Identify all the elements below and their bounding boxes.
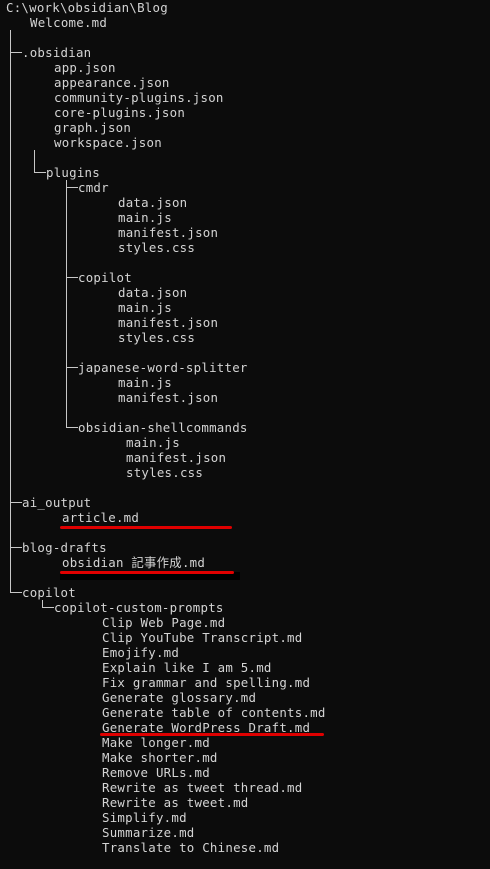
file-prompt: Fix grammar and spelling.md [102,675,311,690]
file-prompt: Rewrite as tweet.md [102,795,249,810]
file-cmdr-data-json: data.json [118,195,188,210]
folder-ai-output: ai_output [22,495,92,510]
file-shell-manifest-json: manifest.json [126,450,227,465]
file-prompt: Clip YouTube Transcript.md [102,630,303,645]
file-cmdr-main-js: main.js [118,210,172,225]
folder-obsidian-shellcommands: obsidian-shellcommands [78,420,248,435]
file-appearance-json: appearance.json [54,75,170,90]
red-underline-article [60,526,232,529]
file-shell-main-js: main.js [126,435,180,450]
folder-copilot-plugin: copilot [78,270,132,285]
file-copilot-main-js: main.js [118,300,172,315]
file-copilot-manifest-json: manifest.json [118,315,219,330]
terminal-window[interactable]: C:\work\obsidian\Blog Welcome.md .obsidi… [0,0,490,869]
file-prompt: Make longer.md [102,735,210,750]
file-prompt: Rewrite as tweet thread.md [102,780,303,795]
folder-copilot: copilot [22,585,76,600]
file-welcome-md: Welcome.md [30,15,108,30]
current-path: C:\work\obsidian\Blog [6,0,168,15]
file-obsidian-kiji-sakusei-md: obsidian 記事作成.md [62,555,206,570]
file-prompt: Generate glossary.md [102,690,257,705]
file-prompt: Clip Web Page.md [102,615,226,630]
file-copilot-styles-css: styles.css [118,330,196,345]
folder-blog-drafts: blog-drafts [22,540,107,555]
file-prompt: Summarize.md [102,825,195,840]
file-graph-json: graph.json [54,120,132,135]
file-cmdr-manifest-json: manifest.json [118,225,219,240]
file-cmdr-styles-css: styles.css [118,240,196,255]
folder-japanese-word-splitter: japanese-word-splitter [78,360,248,375]
file-prompt: Emojify.md [102,645,180,660]
file-jws-main-js: main.js [118,375,172,390]
folder-plugins: plugins [46,165,100,180]
folder-cmdr: cmdr [78,180,109,195]
file-prompt: Generate table of contents.md [102,705,326,720]
file-jws-manifest-json: manifest.json [118,390,219,405]
file-prompt: Make shorter.md [102,750,218,765]
file-shell-styles-css: styles.css [126,465,204,480]
file-workspace-json: workspace.json [54,135,162,150]
file-prompt: Translate to Chinese.md [102,840,280,855]
file-prompt: Simplify.md [102,810,187,825]
file-prompt: Explain like I am 5.md [102,660,272,675]
file-core-plugins-json: core-plugins.json [54,105,186,120]
file-app-json: app.json [54,60,116,75]
file-article-md: article.md [62,510,140,525]
red-underline-blog-draft [60,571,234,574]
file-copilot-data-json: data.json [118,285,188,300]
folder-copilot-custom-prompts: copilot-custom-prompts [54,600,224,615]
file-prompt: Remove URLs.md [102,765,210,780]
folder-obsidian: .obsidian [22,45,92,60]
file-community-plugins-json: community-plugins.json [54,90,224,105]
